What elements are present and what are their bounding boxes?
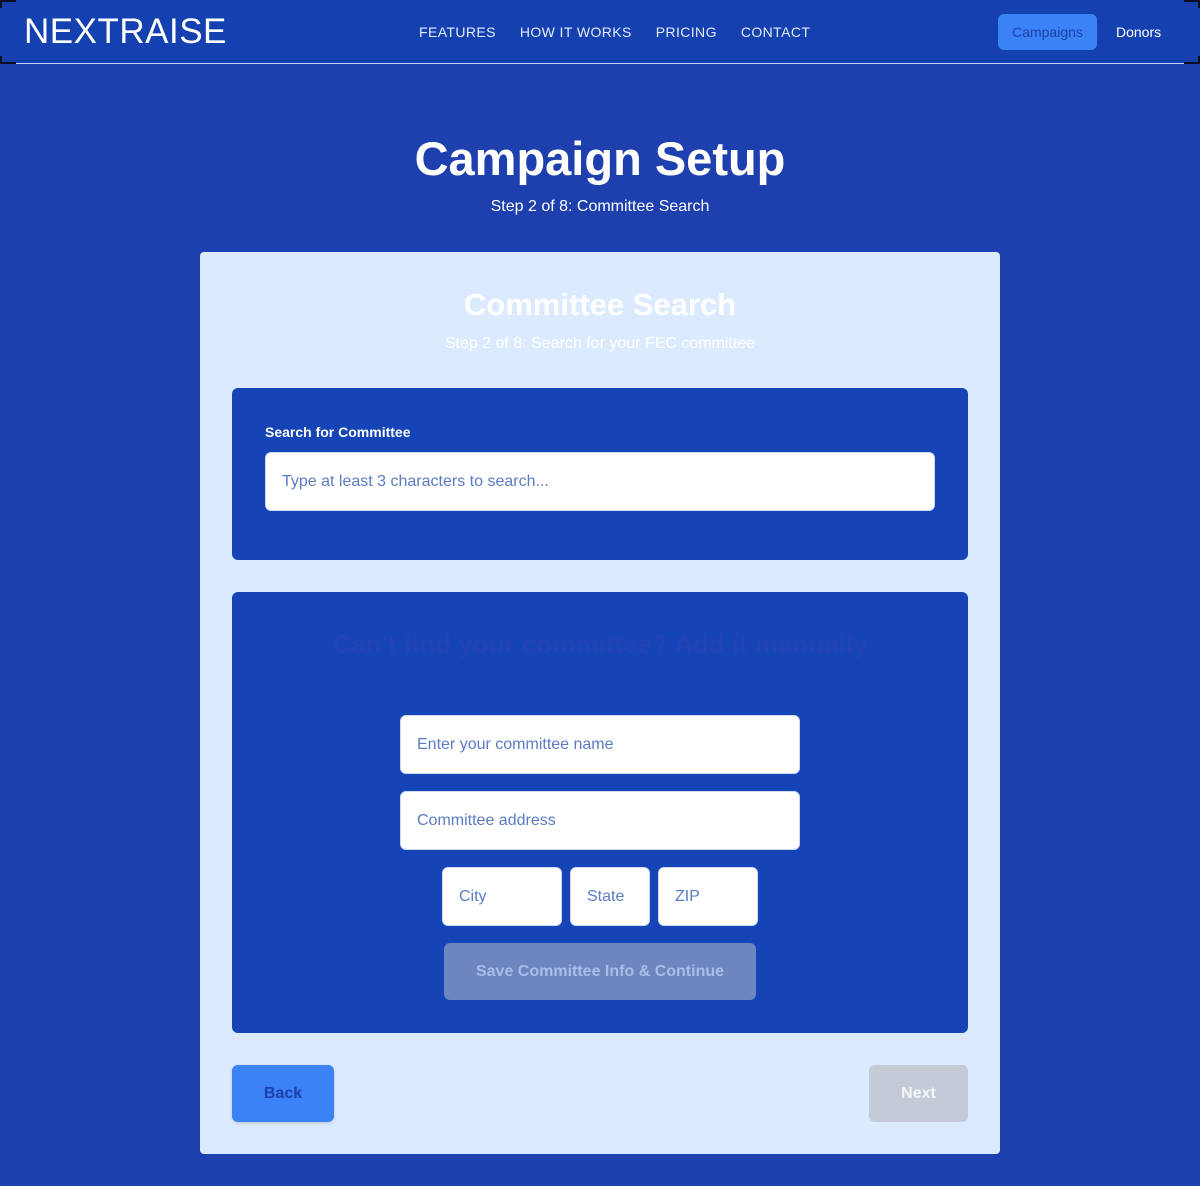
nav-link-pricing[interactable]: PRICING	[656, 24, 717, 40]
committee-address-field[interactable]: Committee address	[400, 791, 800, 850]
committee-name-field[interactable]: Enter your committee name	[400, 715, 800, 774]
search-panel: Search for Committee Type at least 3 cha…	[232, 388, 968, 560]
corner-mark	[1184, 56, 1200, 64]
committee-search-input[interactable]: Type at least 3 characters to search...	[265, 452, 935, 511]
city-placeholder: City	[459, 887, 487, 905]
campaigns-button[interactable]: Campaigns	[998, 14, 1097, 50]
state-field[interactable]: State	[570, 867, 650, 926]
card-title: Committee Search	[463, 287, 737, 322]
city-field[interactable]: City	[442, 867, 562, 926]
corner-mark	[1184, 0, 1200, 8]
next-button[interactable]: Next	[869, 1065, 968, 1122]
state-placeholder: State	[587, 887, 625, 905]
corner-mark	[0, 0, 16, 8]
corner-mark	[0, 56, 16, 64]
save-committee-button[interactable]: Save Committee Info & Continue	[444, 943, 756, 1000]
search-label: Search for Committee	[265, 424, 411, 440]
nav-links: FEATURES HOW IT WORKS PRICING CONTACT	[419, 0, 810, 64]
nav-link-features[interactable]: FEATURES	[419, 24, 496, 40]
card-subtitle: Step 2 of 8: Search for your FEC committ…	[444, 335, 756, 352]
nav-link-how-it-works[interactable]: HOW IT WORKS	[520, 24, 632, 40]
search-placeholder: Type at least 3 characters to search...	[282, 472, 549, 490]
committee-address-placeholder: Committee address	[417, 811, 556, 829]
committee-name-placeholder: Enter your committee name	[417, 735, 614, 753]
donors-button[interactable]: Donors	[1104, 14, 1173, 50]
manual-entry-heading: Can't find your committee? Add it manual…	[332, 629, 868, 659]
page-title: Campaign Setup	[414, 132, 786, 185]
back-button[interactable]: Back	[232, 1065, 334, 1122]
zip-placeholder: ZIP	[675, 887, 700, 905]
brand-logo[interactable]: NEXTRAISE	[24, 12, 227, 52]
setup-card: Committee Search Step 2 of 8: Search for…	[200, 252, 1000, 1154]
top-navbar: NEXTRAISE FEATURES HOW IT WORKS PRICING …	[0, 0, 1200, 64]
page-subtitle: Step 2 of 8: Committee Search	[490, 198, 710, 215]
zip-field[interactable]: ZIP	[658, 867, 758, 926]
manual-entry-panel: Can't find your committee? Add it manual…	[232, 592, 968, 1033]
nav-link-contact[interactable]: CONTACT	[741, 24, 810, 40]
